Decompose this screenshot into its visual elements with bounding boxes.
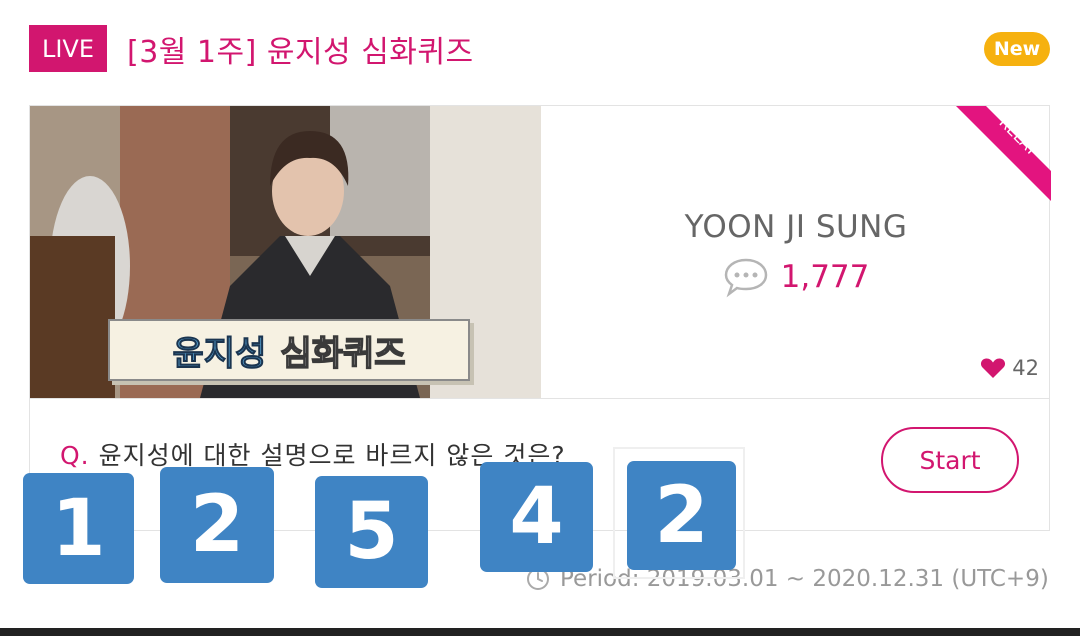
caption-rest: 심화퀴즈 bbox=[280, 333, 407, 375]
start-button[interactable]: Start bbox=[881, 427, 1019, 493]
number-tile-5: 2 bbox=[627, 461, 736, 570]
like-count: 42 bbox=[1012, 356, 1039, 380]
number-tile-1: 1 bbox=[23, 473, 134, 584]
comment-count: 1,777 bbox=[780, 259, 870, 295]
heart-icon bbox=[981, 358, 1006, 378]
comment-row[interactable]: 1,777 bbox=[541, 256, 1051, 298]
quiz-period: Period: 2019.03.01 ~ 2020.12.31 (UTC+9) bbox=[526, 566, 1049, 592]
number-tile-4: 4 bbox=[480, 462, 593, 572]
new-badge: New bbox=[984, 32, 1050, 66]
caption-highlight: 윤지성 bbox=[172, 333, 267, 374]
thumbnail-caption-box: 윤지성 심화퀴즈 bbox=[108, 319, 470, 381]
live-badge: LIVE bbox=[29, 25, 107, 72]
like-row[interactable]: 42 bbox=[980, 356, 1039, 380]
number-tile-2: 2 bbox=[160, 467, 274, 583]
relay-ribbon: RELAY bbox=[956, 106, 1051, 201]
question-prefix: Q. bbox=[60, 441, 90, 470]
quiz-thumbnail[interactable]: 윤지성 심화퀴즈 bbox=[30, 106, 541, 398]
speech-bubble-icon bbox=[724, 258, 767, 298]
artist-name[interactable]: YOON JI SUNG bbox=[541, 209, 1051, 245]
quiz-header: LIVE [3월 1주] 윤지성 심화퀴즈 New bbox=[0, 0, 1080, 100]
divider bbox=[30, 398, 1049, 399]
bottom-bar bbox=[0, 628, 1080, 636]
quiz-title[interactable]: [3월 1주] 윤지성 심화퀴즈 bbox=[127, 27, 474, 71]
info-panel: RELAY YOON JI SUNG 1,777 42 bbox=[541, 106, 1051, 398]
number-tile-3: 5 bbox=[315, 476, 428, 588]
